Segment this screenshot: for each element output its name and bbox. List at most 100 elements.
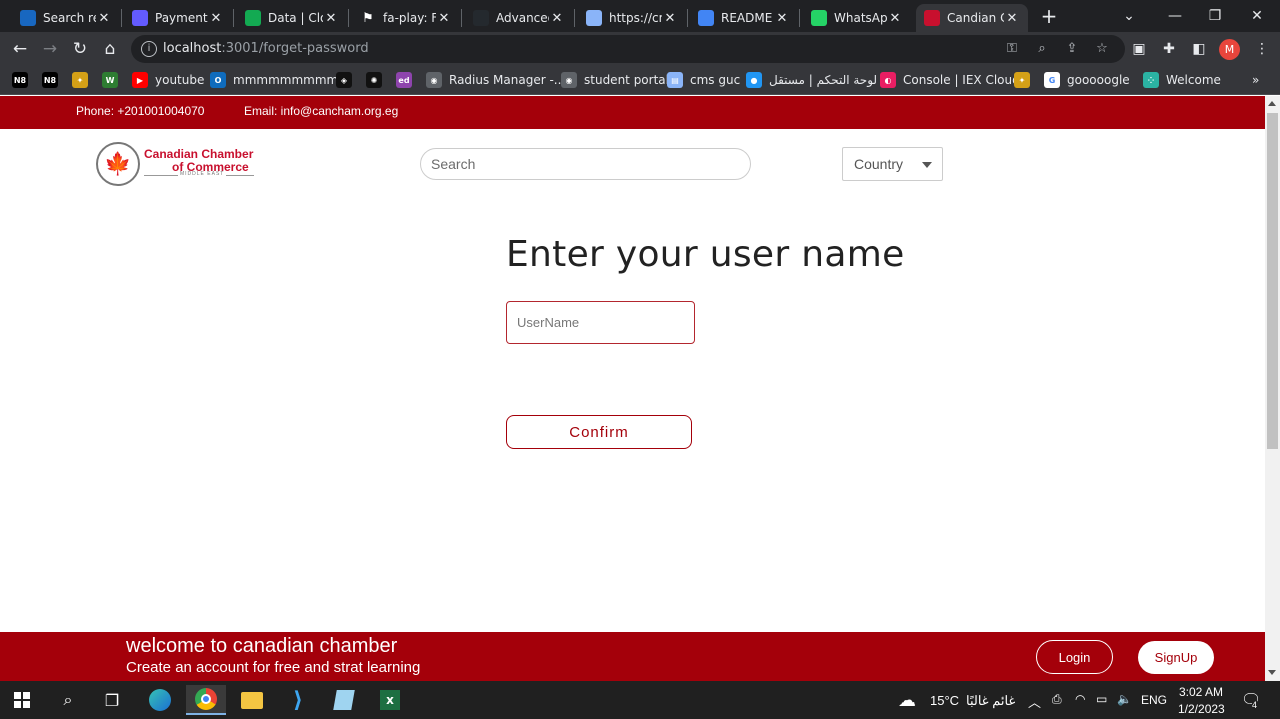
volume-icon[interactable]: 🔈 bbox=[1117, 692, 1132, 706]
menu-kebab-icon[interactable]: ⋮ bbox=[1250, 37, 1274, 61]
scroll-down-icon[interactable] bbox=[1268, 670, 1276, 675]
excel-icon[interactable]: x bbox=[370, 685, 410, 715]
weather-cloud-icon[interactable]: ☁ bbox=[898, 690, 916, 711]
tab-search-icon[interactable]: ⌄ bbox=[1106, 2, 1152, 30]
back-icon[interactable]: ← bbox=[8, 37, 32, 61]
file-explorer-icon[interactable] bbox=[232, 685, 272, 715]
more-bookmarks-icon[interactable]: » bbox=[1252, 71, 1259, 89]
task-view-icon[interactable]: ❐ bbox=[92, 685, 132, 715]
close-tab-icon[interactable]: ✕ bbox=[662, 11, 678, 26]
username-field[interactable] bbox=[506, 301, 695, 344]
restore-button[interactable]: ❐ bbox=[1192, 2, 1238, 30]
tab-4[interactable]: ⚑ fa-play: Fo✕ bbox=[352, 4, 460, 32]
bookmark-item[interactable]: ed bbox=[396, 71, 419, 89]
bookmark-item[interactable]: ✦ bbox=[1014, 71, 1037, 89]
close-window-button[interactable]: ✕ bbox=[1234, 2, 1280, 30]
address-bar[interactable]: i localhost:3001/forget-password ⚿ ⌕ ⇪ ☆ bbox=[131, 35, 1125, 63]
scroll-up-icon[interactable] bbox=[1268, 101, 1276, 106]
bookmark-item[interactable]: N8 bbox=[42, 71, 65, 89]
home-icon[interactable]: ⌂ bbox=[98, 37, 122, 61]
bookmark-item[interactable]: ▶ youtube bbox=[132, 71, 204, 89]
google-icon: G bbox=[1044, 72, 1060, 88]
canadian-chamber-icon bbox=[924, 10, 940, 26]
vscode-icon[interactable]: ⟩ bbox=[278, 685, 318, 715]
close-tab-icon[interactable]: ✕ bbox=[887, 11, 903, 26]
url-text[interactable]: localhost:3001/forget-password bbox=[163, 41, 369, 56]
reload-icon[interactable]: ↻ bbox=[68, 37, 92, 61]
side-panel-icon[interactable]: ◧ bbox=[1187, 37, 1211, 61]
clock-time[interactable]: 3:02 AM bbox=[1179, 685, 1223, 699]
tray-chevron-icon[interactable]: ︿ bbox=[1028, 692, 1041, 711]
country-select-label: Country bbox=[854, 156, 904, 172]
close-tab-icon[interactable]: ✕ bbox=[323, 11, 339, 26]
w-icon: W bbox=[102, 72, 118, 88]
battery-icon[interactable]: ▭ bbox=[1096, 692, 1107, 706]
tab-separator bbox=[121, 9, 122, 27]
zoom-icon[interactable]: ⌕ bbox=[1033, 40, 1051, 58]
bookmark-item[interactable]: N8 bbox=[12, 71, 35, 89]
bookmark-item[interactable]: Ommmmmmmmm bbox=[210, 71, 338, 89]
bookmark-item[interactable]: ⁘ Welcome bbox=[1143, 71, 1221, 89]
bookmark-item[interactable]: ✺ bbox=[366, 71, 389, 89]
close-tab-icon[interactable]: ✕ bbox=[1004, 11, 1020, 26]
site-logo[interactable]: 🍁 Canadian Chamber of Commerce MIDDLE EA… bbox=[96, 142, 256, 186]
tab-1[interactable]: Search res✕ bbox=[12, 4, 120, 32]
tab-7[interactable]: README F✕ bbox=[690, 4, 798, 32]
url-path: :3001/forget-password bbox=[221, 41, 369, 56]
tab-9[interactable]: Candian C ✕ bbox=[916, 4, 1028, 32]
url-host: localhost bbox=[163, 41, 222, 56]
search-input[interactable] bbox=[420, 148, 751, 180]
scrollbar-thumb[interactable] bbox=[1267, 113, 1278, 449]
signup-button[interactable]: SignUp bbox=[1138, 641, 1214, 674]
notepad-icon[interactable] bbox=[324, 685, 364, 715]
bookmark-item[interactable]: ◉ Radius Manager -... bbox=[426, 71, 565, 89]
new-tab-button[interactable]: + bbox=[1038, 5, 1060, 27]
page-title: Enter your user name bbox=[506, 234, 905, 275]
edge-icon[interactable] bbox=[140, 685, 180, 715]
site-info-icon[interactable]: i bbox=[141, 41, 157, 57]
page-scrollbar[interactable] bbox=[1265, 96, 1280, 681]
forward-icon[interactable]: → bbox=[38, 37, 62, 61]
bookmark-label: cms guc bbox=[690, 73, 741, 87]
close-tab-icon[interactable]: ✕ bbox=[774, 11, 790, 26]
close-tab-icon[interactable]: ✕ bbox=[436, 11, 452, 26]
tab-title: WhatsApp bbox=[834, 11, 887, 25]
login-button[interactable]: Login bbox=[1036, 640, 1113, 674]
wifi-icon[interactable]: ◠ bbox=[1075, 692, 1085, 706]
bookmark-item[interactable]: ✦ bbox=[72, 71, 95, 89]
close-tab-icon[interactable]: ✕ bbox=[208, 11, 224, 26]
language-indicator[interactable]: ENG bbox=[1141, 693, 1167, 707]
profile-avatar[interactable]: M bbox=[1219, 39, 1240, 60]
bookmark-item[interactable]: ◐ Console | IEX Cloud bbox=[880, 71, 1020, 89]
weather-desc[interactable]: غائم غالبًا bbox=[966, 693, 1015, 709]
bookmark-star-icon[interactable]: ☆ bbox=[1093, 40, 1111, 58]
codepen-icon: ◈ bbox=[336, 72, 352, 88]
meet-now-icon[interactable]: ⎙ bbox=[1052, 692, 1062, 707]
tab-5[interactable]: Advanced✕ bbox=[465, 4, 573, 32]
bookmark-item[interactable]: ◈ bbox=[336, 71, 359, 89]
tab-3[interactable]: Data | Clou✕ bbox=[237, 4, 347, 32]
close-tab-icon[interactable]: ✕ bbox=[96, 11, 112, 26]
bookmark-item[interactable]: ▤ cms guc bbox=[667, 71, 740, 89]
password-key-icon[interactable]: ⚿ bbox=[1003, 40, 1021, 58]
bookmark-item[interactable]: W bbox=[102, 71, 125, 89]
country-select[interactable]: Country bbox=[842, 147, 943, 181]
bookmark-item[interactable]: ◉ student portal bbox=[561, 71, 669, 89]
windows-start-icon[interactable] bbox=[2, 685, 42, 715]
tab-2[interactable]: Payments ✕ bbox=[124, 4, 232, 32]
tab-6[interactable]: https://cm✕ bbox=[578, 4, 686, 32]
extensions-icon[interactable]: ✚ bbox=[1157, 37, 1181, 61]
bookmark-item[interactable]: ● لوحة التحكم | مستقل bbox=[746, 71, 877, 89]
weather-temp[interactable]: 15°C bbox=[930, 693, 959, 708]
clock-date[interactable]: 1/2/2023 bbox=[1178, 702, 1225, 716]
bookmark-item[interactable]: Ggooooogle bbox=[1044, 71, 1130, 89]
chrome-icon[interactable] bbox=[186, 685, 226, 715]
share-icon[interactable]: ⇪ bbox=[1063, 40, 1081, 58]
search-icon[interactable]: ⌕ bbox=[48, 685, 88, 715]
tab-8[interactable]: WhatsApp✕ bbox=[803, 4, 911, 32]
ed-icon: ed bbox=[396, 72, 412, 88]
screen-cast-icon[interactable]: ▣ bbox=[1127, 37, 1151, 61]
google-icon bbox=[698, 10, 714, 26]
confirm-button[interactable]: Confirm bbox=[506, 415, 692, 449]
close-tab-icon[interactable]: ✕ bbox=[549, 11, 565, 26]
